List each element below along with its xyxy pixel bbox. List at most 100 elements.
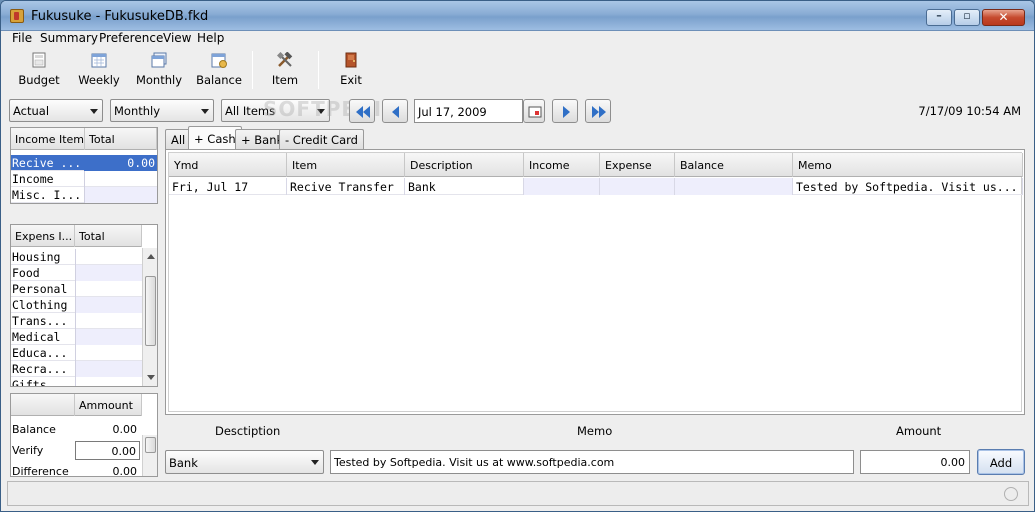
menu-file[interactable]: File [12, 31, 32, 45]
double-right-arrow-icon [592, 106, 606, 118]
tab-cash[interactable]: + Cash [188, 126, 242, 149]
description-select[interactable]: Bank [165, 450, 324, 474]
expense-total-cell [75, 265, 142, 281]
table-row[interactable]: Food [11, 265, 142, 281]
period-select[interactable]: Monthly [110, 99, 214, 122]
scroll-thumb[interactable] [145, 437, 156, 453]
expense-total-cell [75, 361, 142, 377]
transactions-table[interactable]: Ymd Item Description Income Expense Bala… [165, 149, 1025, 415]
menu-help[interactable]: Help [197, 31, 224, 45]
memo-cell: Tested by Softpedia. Visit us... [793, 178, 1023, 195]
date-field[interactable]: Jul 17, 2009 [414, 99, 523, 123]
toolbar-separator [252, 51, 253, 89]
scroll-thumb[interactable] [145, 276, 156, 346]
income-total-header[interactable]: Total [85, 128, 157, 150]
calendar-picker-button[interactable] [523, 99, 545, 123]
summary-scrollbar[interactable] [142, 435, 157, 476]
income-item-cell: Recive ... [12, 156, 82, 170]
table-row[interactable]: Educa... [11, 345, 142, 361]
item-header[interactable]: Item [287, 153, 405, 177]
description-label: Desctiption [215, 424, 281, 438]
income-total-cell [84, 187, 157, 203]
expense-total-cell [75, 313, 142, 329]
budget-label: Budget [18, 73, 60, 87]
income-table[interactable]: Income Item Total Recive ... 0.00 Income… [10, 127, 158, 204]
title-bar[interactable]: Fukusuke - FukusukeDB.fkd – ▫ ✕ [1, 1, 1034, 31]
expense-scrollbar[interactable] [142, 248, 157, 386]
double-left-arrow-icon [356, 106, 370, 118]
scroll-up-icon[interactable] [147, 254, 155, 259]
expense-item-header[interactable]: Expens I... [11, 225, 75, 247]
add-button[interactable]: Add [977, 449, 1025, 475]
previous-period-button[interactable] [382, 99, 408, 123]
ymd-cell: Fri, Jul 17 [169, 178, 287, 195]
expense-table[interactable]: Expens I... Total Housing Food Personal … [10, 224, 158, 387]
tab-credit-card[interactable]: - Credit Card [279, 129, 364, 149]
item-button[interactable]: Item [255, 49, 315, 91]
maximize-button[interactable]: ▫ [954, 9, 980, 26]
expense-item-cell: Trans... [12, 314, 68, 328]
menu-preference[interactable]: Preference [99, 31, 163, 45]
income-item-header[interactable]: Income Item [11, 128, 85, 150]
item-label: Item [271, 73, 299, 87]
verify-input[interactable]: 0.00 [75, 441, 140, 460]
table-row[interactable]: Clothing [11, 297, 142, 313]
java-app-icon [10, 9, 24, 23]
memo-input[interactable]: Tested by Softpedia. Visit us at www.sof… [330, 450, 854, 474]
table-row[interactable]: Fri, Jul 17 Recive Transfer Bank Tested … [169, 178, 1023, 195]
minimize-button[interactable]: – [926, 9, 952, 26]
close-button[interactable]: ✕ [982, 9, 1025, 26]
table-row[interactable]: Misc. I... [11, 187, 157, 203]
weekly-button[interactable]: Weekly [69, 49, 129, 91]
menu-view[interactable]: View [163, 31, 191, 45]
monthly-button[interactable]: Monthly [129, 49, 189, 91]
memo-header[interactable]: Memo [793, 153, 1023, 177]
toolbar-separator [318, 51, 319, 89]
menu-bar: File Summary Preference View Help [1, 31, 1034, 47]
summary-label-header [11, 394, 75, 416]
softpedia-watermark: SOFTPEDIA [263, 97, 399, 121]
ymd-header[interactable]: Ymd [169, 153, 287, 177]
balance-button[interactable]: Balance [189, 49, 249, 91]
busy-indicator-icon [1004, 487, 1018, 501]
menu-summary[interactable]: Summary [40, 31, 98, 45]
next-period-button[interactable] [552, 99, 578, 123]
expense-total-cell [75, 297, 142, 313]
last-period-button[interactable] [585, 99, 611, 123]
summary-amount-header: Ammount [75, 394, 142, 416]
description-cell: Bank [405, 178, 524, 195]
table-row[interactable]: Personal [11, 281, 142, 297]
memo-label: Memo [577, 424, 613, 438]
income-header[interactable]: Income [524, 153, 600, 177]
date-value: Jul 17, 2009 [418, 105, 487, 119]
table-row[interactable]: Medical [11, 329, 142, 345]
memo-input-value: Tested by Softpedia. Visit us at www.sof… [334, 456, 615, 469]
balance-sheet-icon [211, 53, 227, 68]
table-row[interactable]: Recive ... 0.00 [11, 155, 157, 171]
expense-item-cell: Educa... [12, 346, 68, 360]
expense-total-header[interactable]: Total [75, 225, 142, 247]
first-period-button[interactable] [349, 99, 375, 123]
balance-label: Balance [12, 423, 56, 436]
transactions-viewport: Ymd Item Description Income Expense Bala… [168, 152, 1023, 412]
chevron-down-icon [201, 109, 209, 114]
table-row[interactable]: Gifts [11, 377, 142, 386]
close-icon: ✕ [998, 10, 1009, 24]
window-title: Fukusuke - FukusukeDB.fkd [31, 9, 209, 24]
table-row[interactable]: Income [11, 171, 157, 187]
scroll-down-icon[interactable] [147, 375, 155, 380]
description-header[interactable]: Description [405, 153, 524, 177]
expense-total-cell [75, 249, 142, 265]
summary-header: Ammount [11, 394, 142, 416]
balance-header[interactable]: Balance [675, 153, 793, 177]
budget-button[interactable]: Budget [9, 49, 69, 91]
exit-button[interactable]: Exit [321, 49, 381, 91]
table-row[interactable]: Housing [11, 249, 142, 265]
table-row[interactable]: Recra... [11, 361, 142, 377]
income-cell [524, 178, 600, 195]
amount-input[interactable]: 0.00 [860, 450, 970, 474]
table-row[interactable]: Trans... [11, 313, 142, 329]
expense-header[interactable]: Expense [600, 153, 675, 177]
income-total-cell [84, 171, 157, 187]
mode-select[interactable]: Actual [9, 99, 103, 122]
